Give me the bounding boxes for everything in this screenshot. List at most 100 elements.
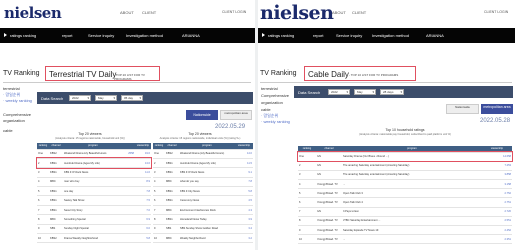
sidebar-item-cable[interactable]: cable [3,128,13,133]
table-row[interactable]: 5 Yoongji Broad. TV Open Talk Club 3 2.752 [298,188,512,199]
table-cell: 19.6 [135,149,151,159]
table-row[interactable]: One KBS2 Weekend Drama Lily Beautiful Hour… [37,149,151,159]
table-cell: 2.751 [482,197,512,208]
table-cell: 7 [298,207,316,217]
table-row[interactable]: 6 Yoongji Broad. TV Open Talk Club 4 2.751 [298,197,512,208]
nationwide-button[interactable]: Nationwide [446,104,479,114]
table-cell: 2 [37,158,49,169]
table-cell [123,158,135,169]
table-row[interactable]: 2 KBS1 Jeonbuk Drama (Ages My Life) 11.5 [153,158,253,169]
month-select[interactable]: May ▾ [354,89,376,95]
about-link[interactable]: ABOUT [120,10,134,15]
sidebar-item-terrestrial[interactable]: terrestrial [3,86,20,91]
nav-service-inquiry[interactable]: Service inquiry [336,33,362,38]
table-cell: KBS1 [49,167,63,178]
about-link[interactable]: ABOUT [332,10,346,15]
table-row[interactable]: 9 SBS Sunday Night Special 6.0 [37,224,151,235]
nav-arianna[interactable]: ARIANNA [182,33,200,38]
table-row[interactable]: 4 MBC what do you say 7.8 [153,177,253,188]
table-row[interactable]: 10 KBS2 Drama Weekly Neighborhood 5.8 [37,233,151,244]
table-row[interactable]: 9 Yoongji Broad. TV Saturday Episode TV No… [298,225,512,236]
sidebar-item-terrestrial[interactable]: terrestrial [261,86,278,91]
table-row[interactable]: 7 tvN It Pays to Eat 2.720 [298,207,512,217]
day-select[interactable]: 05 day ▾ [121,95,143,101]
table-cell: 4 [153,177,165,188]
nav-investigation-method[interactable]: Investigation method [372,33,409,38]
nav-report[interactable]: report [62,33,72,38]
table-row[interactable]: 5 KBS1 KBS 9 City News 5.8 [153,186,253,197]
table-note-right: Analysis criteria: 15 regions nationwide… [159,137,241,140]
nav-report[interactable]: report [313,33,323,38]
nav-arianna[interactable]: ARIANNA [426,33,444,38]
table-cell: KBS1 [165,186,179,197]
sidebar-sub-weekly[interactable]: · weekly ranking [3,98,32,103]
table-row[interactable]: 2 tvN The amazing Saturday entertainment (… [298,161,512,171]
table-row[interactable]: One KBS2 Weekend Drama (Lily Beautiful Hou… [153,149,253,159]
table-cell: 2 [298,161,316,171]
table-row[interactable]: 4 MBC man who buy 8.9 [37,177,151,188]
table-row[interactable]: 3 KBS1 KBS 9 O'Clock News 11.6 [37,167,151,178]
table-cell: 8 [153,214,165,225]
table-cell: 4 [37,177,49,188]
nav-service-inquiry[interactable]: Service inquiry [88,33,114,38]
sidebar-sub-weekly[interactable]: · weekly ranking [261,119,290,124]
metro-button[interactable]: metropolitan area [220,110,252,120]
table-cell: KBS1 [49,186,63,197]
year-select[interactable]: 2022 ▾ [328,89,350,95]
table-row[interactable]: 7 KBS1 Seoul City Story 7.0 [37,205,151,216]
table-cell: Weekly Neighborhood [179,233,235,244]
table-cell: 6 [298,197,316,208]
table-cell: man who buy [63,177,123,188]
sidebar-item-cable[interactable]: cable [261,107,271,112]
nationwide-button[interactable]: Nationwide [186,110,218,120]
client-link[interactable]: CLIENT [142,10,156,15]
table-row[interactable]: 8 MBC Something Special 6.9 [37,214,151,225]
nielsen-logo[interactable]: nielsen [4,4,62,22]
sidebar-item-organization[interactable]: organization [3,118,25,123]
table-cell: 6 [37,195,49,206]
table-row[interactable]: 5 KBS1 one day 7.8 [37,186,151,197]
nav-ratings-ranking[interactable]: ratings ranking [10,33,36,38]
table-cell: MBC [49,177,63,188]
cable-ratings-table: ranking channel program viewership One tv… [297,146,513,245]
table-row[interactable]: 10 Yoongji Broad. TV... 2.351 [298,234,512,245]
table-title: Top 10 household ratings [385,128,425,132]
table-cell: KBS2 [165,149,179,159]
table-cell: MBC [165,205,179,216]
client-login-link[interactable]: CLIENT LOGIN [484,10,508,14]
table-row[interactable]: 7 MBC Environment Interference Rock 4.3 [153,205,253,216]
table-row[interactable]: 8 KBS1 Homeland News Today 3.9 [153,214,253,225]
nielsen-logo[interactable]: nielsen [260,2,334,24]
table-row[interactable]: 3 KBS1 KBS 9 O'Clock News 9.1 [153,167,253,178]
nav-ratings-ranking[interactable]: ratings ranking [268,33,294,38]
table-row[interactable]: 10 MBC Weekly Neighborhood 3.2 [153,233,253,244]
day-select[interactable]: 28 days ▾ [380,89,404,95]
table-row[interactable]: One tvN Saturday Drama (Our Blues • Round … [297,150,513,163]
sidebar-item-comprehensive[interactable]: Comprehensive [3,112,31,117]
month-select[interactable]: May ▾ [95,95,117,101]
sidebar-item-comprehensive[interactable]: Comprehensive [261,93,289,98]
client-link[interactable]: CLIENT [352,10,366,15]
table-row[interactable]: 2 KBS1 Jeonbuk Drama (Ages My Life) 13.6 [36,157,152,169]
client-login-link[interactable]: CLIENT LOGIN [222,10,246,14]
table-cell [123,177,135,188]
metro-button[interactable]: metropolitan area [481,104,513,114]
year-select[interactable]: 2022 ▾ [69,95,91,101]
table-cell: 9.1 [235,167,253,178]
table-row[interactable]: 9 SBS SBS Sunday Show Golden Road 3.4 [153,224,253,235]
table-row[interactable]: 3 tvN The amazing Saturday entertainment (… [298,170,512,181]
table-cell: MBC [49,214,63,225]
table-cell: 10 [153,233,165,244]
table-cell: MBC [165,233,179,244]
nav-investigation-method[interactable]: Investigation method [126,33,163,38]
nav-arrow-icon [4,33,7,37]
table-row[interactable]: 6 KBS1 Ceremony News 4.5 [153,195,253,206]
table-cell: tvN [316,170,342,181]
table-cell: Open Talk Club 4 [342,197,482,208]
table-cell: KBS1 [165,195,179,206]
table-row[interactable]: 4 Yoongji Broad. TV... 3.158 [298,179,512,190]
table-row[interactable]: 8 Yoongji Broad. TV JTBC Saturday Entertai… [298,216,512,227]
table-cell: KBS1 [165,214,179,225]
sidebar-item-organization[interactable]: organization [261,100,283,105]
table-row[interactable]: 6 KBS1 Seeley Talk Show 7.5 [37,195,151,206]
